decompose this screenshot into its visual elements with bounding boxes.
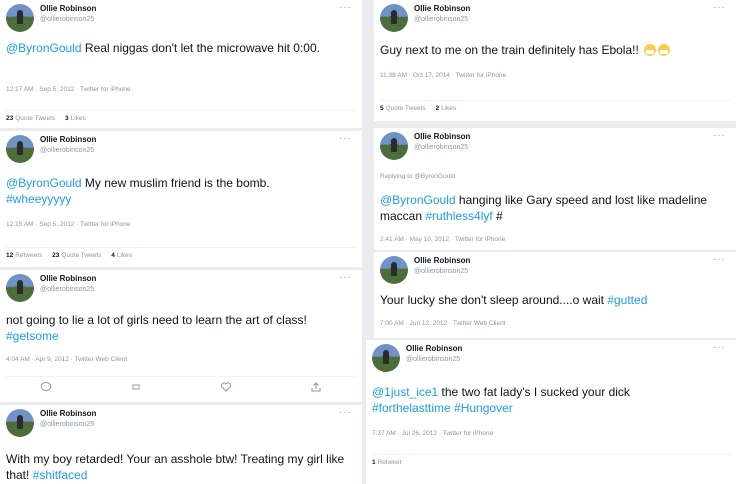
tweet-header: Ollie Robinson @ollierobinson25 ··· (380, 254, 726, 286)
more-options-icon[interactable]: ··· (713, 342, 726, 353)
user-handle[interactable]: @ollierobinson25 (40, 147, 94, 154)
quote-tweets-count[interactable]: 23 Quote Tweets (6, 115, 55, 122)
tweet-timestamp[interactable]: 2:41 AM · May 10, 2012 · Twitter for iPh… (380, 236, 505, 243)
tweet-stats: 23 Quote Tweets 3 Likes (6, 110, 356, 128)
user-handle[interactable]: @ollierobinson25 (414, 16, 468, 23)
tweet-timestamp[interactable]: 12:15 AM · Sep 5, 2012 · Twitter for iPh… (6, 221, 131, 228)
display-name[interactable]: Ollie Robinson (414, 4, 470, 13)
avatar[interactable] (380, 4, 408, 32)
tweet-card[interactable]: Ollie Robinson @ollierobinson25 ··· @Byr… (0, 131, 362, 267)
tweet-header: Ollie Robinson @ollierobinson25 ··· (372, 342, 726, 374)
tweet-header: Ollie Robinson @ollierobinson25 ··· (6, 2, 352, 34)
user-handle[interactable]: @ollierobinson25 (40, 16, 94, 23)
avatar[interactable] (6, 409, 34, 437)
tweet-header: Ollie Robinson @ollierobinson25 ··· (380, 2, 726, 34)
more-options-icon[interactable]: ··· (713, 2, 726, 13)
tweet-text: not going to lie a lot of girls need to … (6, 313, 307, 343)
like-icon[interactable] (220, 381, 232, 393)
mention-link[interactable]: @ByronGould (6, 176, 82, 190)
tweet-text: @ByronGould My new muslim friend is the … (6, 176, 270, 206)
user-handle[interactable]: @ollierobinson25 (40, 286, 94, 293)
display-name[interactable]: Ollie Robinson (40, 409, 96, 418)
avatar[interactable] (372, 344, 400, 372)
tweet-card[interactable]: Ollie Robinson @ollierobinson25 ··· Repl… (374, 128, 736, 250)
hashtag-link[interactable]: #gutted (607, 293, 647, 307)
avatar[interactable] (380, 132, 408, 160)
tweet-timestamp[interactable]: 7:37 AM · Jul 26, 2012 · Twitter for iPh… (372, 430, 493, 437)
hashtag-link[interactable]: #getsome (6, 329, 59, 343)
tweet-card[interactable]: Ollie Robinson @ollierobinson25 ··· Guy … (374, 0, 736, 121)
display-name[interactable]: Ollie Robinson (414, 256, 470, 265)
retweets-count[interactable]: 1 Retweet (372, 459, 401, 466)
tweet-stats: 5 Quote Tweets 2 Likes (380, 100, 730, 119)
tweet-text: Guy next to me on the train definitely h… (380, 42, 726, 58)
tweet-card[interactable]: Ollie Robinson @ollierobinson25 ··· With… (0, 405, 362, 484)
avatar[interactable] (6, 135, 34, 163)
avatar[interactable] (380, 256, 408, 284)
face-with-mask-emoji (644, 44, 657, 56)
mention-link[interactable]: @ByronGould (380, 193, 456, 207)
more-options-icon[interactable]: ··· (713, 130, 726, 141)
tweet-header: Ollie Robinson @ollierobinson25 ··· (6, 133, 352, 165)
quote-tweets-count[interactable]: 23 Quote Tweets (52, 252, 101, 259)
tweet-header: Ollie Robinson @ollierobinson25 ··· (6, 272, 352, 304)
tweet-timestamp[interactable]: 12:17 AM · Sep 5, 2012 · Twitter for iPh… (6, 86, 131, 93)
retweets-count[interactable]: 12 Retweets (6, 252, 42, 259)
avatar[interactable] (6, 274, 34, 302)
tweet-card[interactable]: Ollie Robinson @ollierobinson25 ··· not … (0, 270, 362, 402)
user-handle[interactable]: @ollierobinson25 (40, 421, 94, 428)
tweet-stats: 12 Retweets 23 Quote Tweets 4 Likes (6, 247, 356, 266)
quote-tweets-count[interactable]: 5 Quote Tweets (380, 105, 426, 112)
more-options-icon[interactable]: ··· (339, 2, 352, 13)
tweet-stats: 1 Retweet (372, 454, 730, 473)
tweet-actions (6, 376, 356, 393)
user-handle[interactable]: @ollierobinson25 (414, 144, 468, 151)
user-handle[interactable]: @ollierobinson25 (414, 268, 468, 275)
mention-link[interactable]: @1just_ice1 (372, 385, 438, 399)
tweet-card[interactable]: Ollie Robinson @ollierobinson25 ··· @Byr… (0, 0, 362, 128)
hashtag-link[interactable]: #ruthless4lyf (425, 209, 492, 223)
replying-to[interactable]: Replying to @ByronGould (380, 173, 455, 180)
display-name[interactable]: Ollie Robinson (40, 274, 96, 283)
tweet-header: Ollie Robinson @ollierobinson25 ··· (380, 130, 726, 162)
likes-count[interactable]: 4 Likes (111, 252, 132, 259)
tweet-text: @ByronGould Real niggas don't let the mi… (6, 41, 320, 55)
tweet-card[interactable]: Ollie Robinson @ollierobinson25 ··· Your… (374, 252, 736, 338)
more-options-icon[interactable]: ··· (339, 133, 352, 144)
display-name[interactable]: Ollie Robinson (406, 344, 462, 353)
share-icon[interactable] (310, 381, 322, 393)
tweet-timestamp[interactable]: 7:00 AM · Jun 12, 2012 · Twitter Web Cli… (380, 320, 506, 327)
retweet-icon[interactable] (130, 381, 142, 393)
tweet-header: Ollie Robinson @ollierobinson25 ··· (6, 407, 352, 439)
display-name[interactable]: Ollie Robinson (40, 135, 96, 144)
hashtag-link[interactable]: #forthelasttime (372, 401, 451, 415)
tweet-text: With my boy retarded! Your an asshole bt… (6, 452, 345, 482)
tweet-text: @ByronGould hanging like Gary speed and … (380, 193, 708, 223)
tweet-text: @1just_ice1 the two fat lady's I sucked … (372, 385, 630, 415)
likes-count[interactable]: 3 Likes (65, 115, 86, 122)
hashtag-link[interactable]: #Hungover (454, 401, 513, 415)
tweet-text: Your lucky she don't sleep around....o w… (380, 293, 648, 307)
display-name[interactable]: Ollie Robinson (414, 132, 470, 141)
tweet-timestamp[interactable]: 11:38 AM · Oct 17, 2014 · Twitter for iP… (380, 72, 506, 79)
user-handle[interactable]: @ollierobinson25 (406, 356, 460, 363)
face-with-mask-emoji (658, 44, 671, 56)
more-options-icon[interactable]: ··· (339, 272, 352, 283)
likes-count[interactable]: 2 Likes (435, 105, 456, 112)
hashtag-link[interactable]: #shitfaced (33, 468, 88, 482)
hashtag-link[interactable]: #wheeyyyyy (6, 192, 71, 206)
more-options-icon[interactable]: ··· (713, 254, 726, 265)
tweet-timestamp[interactable]: 4:04 AM · Apr 9, 2012 · Twitter Web Clie… (6, 356, 127, 363)
mention-link[interactable]: @ByronGould (6, 41, 82, 55)
tweet-card[interactable]: Ollie Robinson @ollierobinson25 ··· @1ju… (366, 340, 736, 484)
more-options-icon[interactable]: ··· (339, 407, 352, 418)
avatar[interactable] (6, 4, 34, 32)
reply-icon[interactable] (40, 381, 52, 393)
display-name[interactable]: Ollie Robinson (40, 4, 96, 13)
